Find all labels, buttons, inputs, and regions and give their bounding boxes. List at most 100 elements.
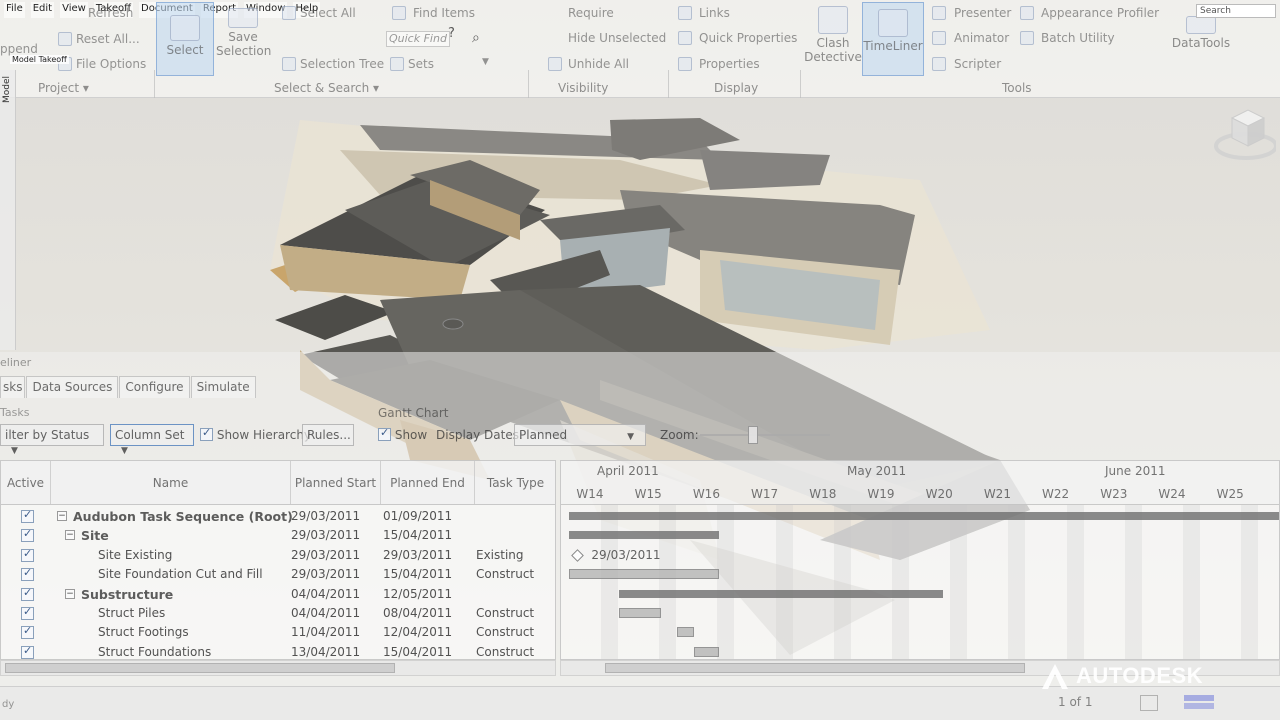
scrollbar-thumb[interactable] [605,663,1025,673]
column-name[interactable]: Name [51,461,291,505]
gantt-show-toggle[interactable]: Show [378,426,427,442]
sets-dropdown[interactable]: Sets [408,57,434,71]
active-checkbox[interactable] [21,586,34,601]
properties-button[interactable]: Properties [699,57,760,71]
sets-chevron-down-icon[interactable]: ▼ [482,57,489,67]
autodesk-wordmark: AUTODESK [1076,663,1204,688]
reset-all-button[interactable]: Reset All... [76,32,140,46]
links-button[interactable]: Links [699,6,730,20]
table-row[interactable]: Site Existing 29/03/2011 29/03/2011 Existin… [1,546,555,566]
column-set-dropdown[interactable]: Column Set▼ [110,424,194,456]
week-label: W15 [634,487,662,501]
clash-detective-button[interactable]: Clash Detective [804,6,862,64]
show-hierarchy-checkbox[interactable] [200,426,213,441]
task-name: Struct Piles [98,606,166,620]
active-checkbox[interactable] [21,644,34,659]
tab-configure[interactable]: Configure [119,376,190,398]
collapse-icon[interactable]: − [65,588,75,599]
table-row[interactable]: Site Foundation Cut and Fill 29/03/2011 15… [1,565,555,585]
active-checkbox[interactable] [21,547,34,562]
animator-button[interactable]: Animator [954,31,1009,45]
column-planned-end[interactable]: Planned End [381,461,475,505]
sets-icon [390,57,404,71]
gantt-summary-bar[interactable] [569,512,1279,520]
active-checkbox[interactable] [21,624,34,640]
gantt-task-bar[interactable] [619,608,661,618]
show-hierarchy-toggle[interactable]: Show Hierarchy [200,426,311,442]
batch-utility-icon [1020,31,1034,45]
quick-find-input[interactable]: Quick Find [386,31,450,47]
tab-data-sources[interactable]: Data Sources [26,376,119,398]
search-input[interactable]: Search [1196,4,1276,18]
select-all-button[interactable]: Select All [300,6,356,20]
datatools-button[interactable]: DataTools [1168,16,1234,50]
unhide-all-icon [548,57,562,71]
gantt-task-bar[interactable] [694,646,719,657]
gantt-milestone[interactable] [571,548,585,562]
menu-edit[interactable]: Edit [30,2,55,18]
scripter-button[interactable]: Scripter [954,57,1001,71]
zoom-slider-track[interactable] [700,434,830,436]
active-checkbox[interactable] [21,508,34,523]
left-dock-strip[interactable]: Model [0,70,16,350]
selection-tree-button[interactable]: Selection Tree [300,57,384,71]
gantt-task-bar[interactable] [569,569,719,580]
quick-properties-button[interactable]: Quick Properties [699,31,797,45]
collapse-icon[interactable]: − [57,511,67,521]
gantt-chart[interactable]: April 2011 May 2011 June 2011 W14 W15 W16 W… [560,460,1280,660]
rules-button[interactable]: Rules... [302,424,354,446]
active-checkbox[interactable] [21,566,34,582]
task-name: Substructure [81,586,174,602]
menu-view[interactable]: View [60,2,88,18]
file-options-button[interactable]: File Options [76,57,146,71]
select-cursor-icon [170,15,200,41]
table-row[interactable]: Struct Piles 04/04/2011 08/04/2011 Construc… [1,604,555,624]
help-icon[interactable]: ? [448,26,455,41]
unhide-all-button[interactable]: Unhide All [568,57,629,71]
tab-tasks[interactable]: sks [0,376,26,398]
require-button[interactable]: Require [568,6,614,20]
timeliner-button[interactable]: TimeLiner [862,2,924,76]
model-tab[interactable]: Model [2,76,12,103]
project-panel-label[interactable]: Project ▾ [38,81,89,95]
refresh-button[interactable]: Refresh [88,6,133,20]
sheet-browser-icon[interactable] [1140,695,1158,711]
month-april: April 2011 [597,464,659,478]
gantt-show-checkbox[interactable] [378,426,391,441]
binoculars-icon[interactable]: ⌕ [472,30,480,46]
select-button[interactable]: Select [156,2,214,76]
column-task-type[interactable]: Task Type [475,461,555,505]
zoom-slider-handle[interactable] [748,426,758,444]
appearance-profiler-button[interactable]: Appearance Profiler [1041,6,1159,20]
hide-unselected-button[interactable]: Hide Unselected [568,31,666,45]
display-dates-dropdown[interactable]: Planned ▼ [514,424,646,446]
batch-utility-button[interactable]: Batch Utility [1041,31,1115,45]
gantt-summary-bar[interactable] [619,589,944,598]
active-checkbox[interactable] [21,605,34,620]
menu-file[interactable]: File [4,2,25,18]
tab-simulate[interactable]: Simulate [190,376,256,398]
save-selection-button[interactable]: Save Selection [216,8,271,58]
table-row[interactable]: Struct Footings 11/04/2011 12/04/2011 Const… [1,623,555,643]
collapse-icon[interactable]: − [65,530,75,541]
table-row[interactable]: −Site 29/03/2011 15/04/2011 [1,526,555,546]
gantt-task-bar[interactable] [677,627,695,638]
filter-by-status-dropdown[interactable]: ilter by Status▼ [0,424,104,456]
viewcube-icon[interactable] [1212,104,1276,162]
scrollbar-thumb[interactable] [5,663,395,673]
append-button[interactable]: ppend [0,42,38,56]
find-items-button[interactable]: Find Items [413,6,475,20]
column-planned-start[interactable]: Planned Start [291,461,381,505]
table-row[interactable]: −Substructure 04/04/2011 12/05/2011 [1,585,555,605]
table-row[interactable]: −Audubon Task Sequence (Root)29/03/2011 0… [1,507,555,527]
visibility-panel-label: Visibility [558,81,609,95]
gantt-summary-bar[interactable] [569,531,719,540]
active-checkbox[interactable] [21,527,34,543]
model-takeoff-tab[interactable]: Model Takeoff [10,55,69,64]
task-grid-header: Active Name Planned Start Planned End Ta… [1,461,555,505]
table-row[interactable]: Struct Foundations 13/04/2011 15/04/2011 Co… [1,643,555,659]
column-active[interactable]: Active [1,461,51,505]
task-grid-scrollbar[interactable] [0,660,556,676]
presenter-button[interactable]: Presenter [954,6,1011,20]
select-search-panel-label[interactable]: Select & Search ▾ [274,81,379,95]
